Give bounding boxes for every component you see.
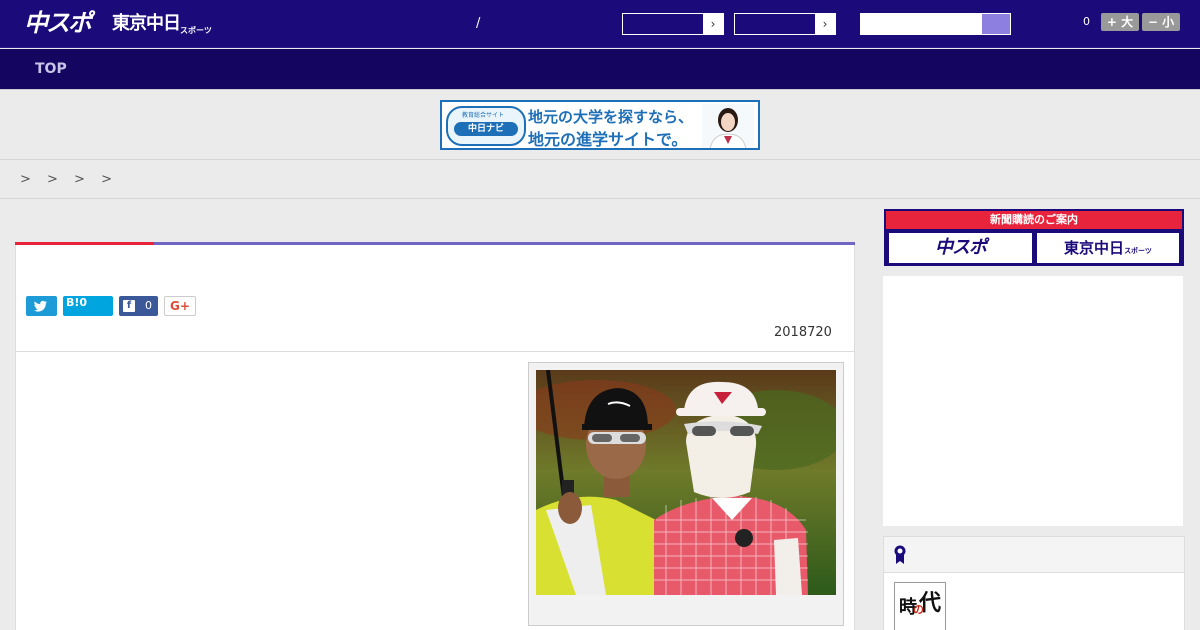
ranking-thumbnail-char-3: の — [913, 603, 924, 616]
banner-person-image — [702, 104, 754, 148]
ad-banner[interactable]: 教育総合サイト 中日ナビ 地元の大学を探すなら、 地元の進学サイトで。 — [440, 100, 760, 150]
subscription-heading: 新聞購読のご案内 — [886, 211, 1182, 229]
site-header: 中スポ 東京中日スポーツ / › › 0 + 大 − 小 — [0, 0, 1200, 48]
category-select-2[interactable]: › — [734, 13, 836, 35]
search-input[interactable] — [860, 13, 1011, 35]
breadcrumb[interactable]: > > > > — [20, 172, 118, 187]
article-top-bar-accent — [15, 242, 154, 245]
facebook-icon: f — [123, 300, 135, 312]
article-divider — [16, 351, 854, 352]
ranking-box: 時 代 の — [883, 536, 1185, 630]
banner-navi-badge: 教育総合サイト 中日ナビ — [446, 106, 526, 146]
chevron-right-icon: › — [703, 14, 723, 34]
nav-item-top[interactable]: TOP — [35, 61, 67, 77]
search-button[interactable] — [982, 14, 1010, 34]
article-top-bar — [15, 242, 855, 245]
font-size-decrease-button[interactable]: − 小 — [1142, 13, 1180, 31]
breadcrumb-divider — [0, 198, 1200, 199]
chevron-right-icon: › — [815, 14, 835, 34]
chuspo-logo[interactable]: 中スポ — [24, 8, 92, 38]
ranking-header — [884, 537, 1184, 573]
font-size-increase-button[interactable]: + 大 — [1101, 13, 1139, 31]
subscribe-tokyo-chunichi-button[interactable]: 東京中日スポーツ — [1037, 233, 1179, 263]
google-plus-share-button[interactable]: G+ — [164, 296, 196, 316]
subscribe-chuspo-button[interactable]: 中スポ — [889, 233, 1032, 263]
medal-icon — [894, 545, 906, 564]
main-nav: TOP — [0, 49, 1200, 89]
header-count: 0 — [1083, 15, 1090, 28]
tokyo-chunichi-logo-text: 東京中日 — [112, 13, 181, 34]
newspaper-subscription-box: 新聞購読のご案内 中スポ 東京中日スポーツ — [884, 209, 1184, 266]
sidebar-ad-slot[interactable] — [883, 276, 1183, 526]
banner-headline-1: 地元の大学を探すなら、 — [528, 108, 694, 126]
facebook-share-count: 0 — [145, 299, 152, 312]
tokyo-chunichi-logo[interactable]: 東京中日スポーツ — [112, 12, 212, 43]
twitter-icon — [34, 300, 47, 312]
hatena-bookmark-button[interactable]: B!0 — [63, 296, 113, 316]
banner-badge-name: 中日ナビ — [454, 122, 518, 136]
category-select-1[interactable]: › — [622, 13, 724, 35]
tokyo-chunichi-logo-suffix: スポーツ — [180, 26, 212, 35]
ranking-thumbnail[interactable]: 時 代 の — [894, 582, 946, 630]
banner-headline-2: 地元の進学サイトで。 — [528, 130, 688, 149]
article-date: 2018720 — [774, 325, 832, 340]
subscribe-tokyo-chunichi-label: 東京中日 — [1064, 239, 1125, 257]
article-photo[interactable] — [536, 370, 836, 595]
header-divider-slash: / — [476, 16, 481, 31]
twitter-share-button[interactable] — [26, 296, 57, 316]
banner-area: 教育総合サイト 中日ナビ 地元の大学を探すなら、 地元の進学サイトで。 — [0, 89, 1200, 160]
banner-badge-caption: 教育総合サイト — [462, 112, 505, 119]
facebook-share-button[interactable]: f 0 — [119, 296, 158, 316]
subscribe-tokyo-chunichi-suffix: スポーツ — [1124, 247, 1152, 255]
